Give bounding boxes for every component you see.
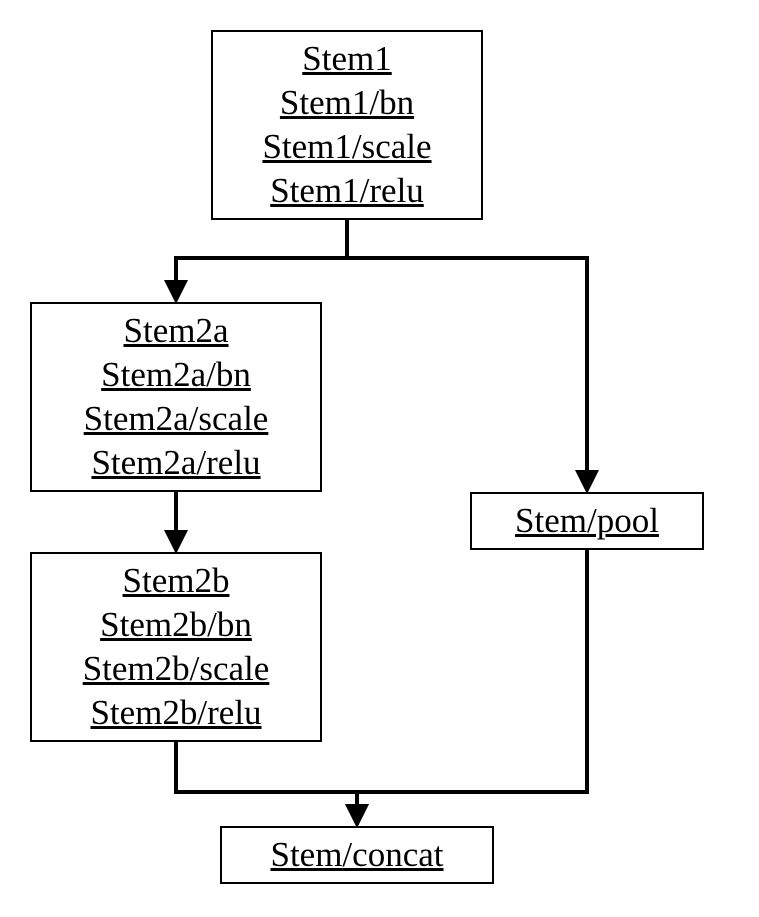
node-stem2b: Stem2bStem2b/bnStem2b/scaleStem2b/relu bbox=[30, 552, 322, 742]
node-stem2b-line: Stem2b bbox=[123, 559, 230, 603]
node-stem2a-line: Stem2a/bn bbox=[101, 353, 251, 397]
node-stem1-line: Stem1/scale bbox=[262, 125, 431, 169]
node-stem2b-line: Stem2b/bn bbox=[100, 603, 252, 647]
node-stem2a-line: Stem2a bbox=[124, 309, 229, 353]
node-stempool: Stem/pool bbox=[470, 492, 704, 550]
edge-stem1-to-stem2a bbox=[176, 220, 347, 300]
node-stem2a: Stem2aStem2a/bnStem2a/scaleStem2a/relu bbox=[30, 302, 322, 492]
edge-stem2b-to-stemconcat bbox=[176, 742, 357, 824]
node-stemconcat-line: Stem/concat bbox=[270, 833, 443, 877]
edge-stempool-to-stemconcat bbox=[357, 550, 587, 824]
node-stem1: Stem1Stem1/bnStem1/scaleStem1/relu bbox=[211, 30, 483, 220]
node-stem1-line: Stem1/relu bbox=[270, 169, 424, 213]
node-stem2b-line: Stem2b/scale bbox=[83, 647, 270, 691]
node-stem2a-line: Stem2a/relu bbox=[91, 441, 260, 485]
node-stemconcat: Stem/concat bbox=[220, 826, 494, 884]
node-stem1-line: Stem1 bbox=[302, 37, 391, 81]
edge-stem1-to-stempool bbox=[347, 220, 587, 490]
node-stem2b-line: Stem2b/relu bbox=[90, 691, 261, 735]
node-stem2a-line: Stem2a/scale bbox=[84, 397, 269, 441]
node-stempool-line: Stem/pool bbox=[515, 499, 659, 543]
node-stem1-line: Stem1/bn bbox=[280, 81, 414, 125]
